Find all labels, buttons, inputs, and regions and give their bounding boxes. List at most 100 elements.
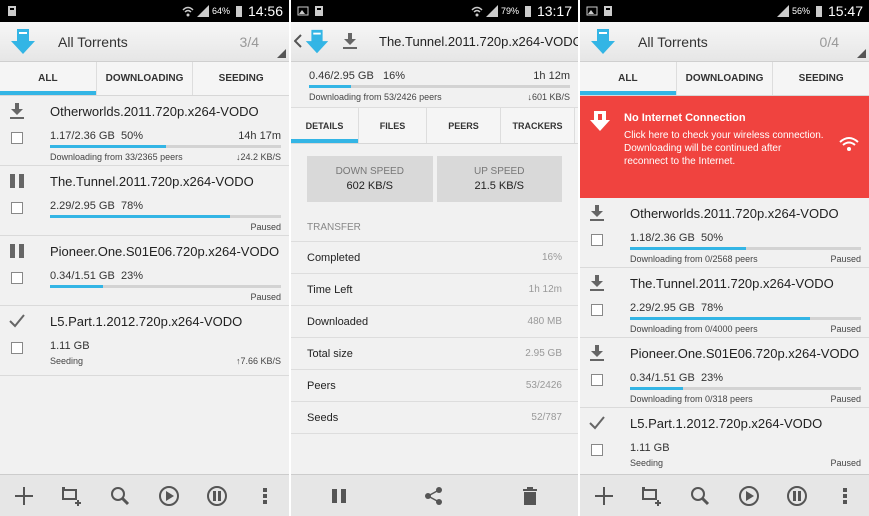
battery-percent: 64% [211,6,230,16]
torrent-item[interactable]: L5.Part.1.2012.720p.x264-VODO 1.11 GB Se… [0,306,289,376]
back-chevron-icon[interactable] [294,34,302,48]
tab-trackers[interactable]: TRACKERS [501,108,575,143]
torrent-name: The.Tunnel.2011.720p.x264-VODO [50,174,254,189]
select-checkbox[interactable] [591,444,603,456]
progress-bar [630,317,861,320]
add-icon[interactable] [592,484,616,508]
torrent-size: 0.34/1.51 GB 23% [630,372,723,384]
torrent-item[interactable]: The.Tunnel.2011.720p.x264-VODO 2.29/2.95… [580,268,869,338]
overflow-menu-icon[interactable] [253,484,277,508]
delete-icon[interactable] [518,484,542,508]
resume-all-icon[interactable] [157,484,181,508]
torrent-detail: Downloading from 0/318 peers [630,394,753,404]
torrent-size: 1.11 GB [50,340,90,352]
wifi-off-icon [839,137,859,151]
wifi-icon [182,6,194,17]
action-bar: All Torrents 0/4 [580,22,869,62]
app-warning-icon [590,111,610,131]
tab-details[interactable]: DETAILS [291,108,359,143]
select-checkbox[interactable] [11,342,23,354]
download-icon[interactable] [588,204,606,222]
share-icon[interactable] [422,484,446,508]
tab-all[interactable]: ALL [0,62,97,95]
view-title[interactable]: All Torrents [58,34,128,50]
check-icon[interactable] [8,312,26,330]
section-title-transfer: TRANSFER [291,210,578,242]
banner-message: Click here to check your wireless connec… [624,130,824,167]
down-speed-box: DOWN SPEED 602 KB/S [307,156,433,202]
add-icon[interactable] [12,484,36,508]
resume-all-icon[interactable] [737,484,761,508]
no-connection-banner[interactable]: No Internet Connection Click here to che… [580,96,869,198]
app-logo-icon[interactable] [303,27,331,57]
up-speed-box: UP SPEED 21.5 KB/S [436,156,562,202]
clock: 13:17 [536,3,572,19]
select-checkbox[interactable] [591,234,603,246]
torrent-detail: Downloading from 53/2426 peers [309,92,442,102]
tab-peers[interactable]: PEERS [427,108,501,143]
torrent-detail: Downloading from 33/2365 peers [50,152,183,162]
app-logo-icon[interactable] [8,27,38,57]
image-notification-icon [586,6,598,16]
torrent-speed: Paused [250,222,281,232]
download-icon[interactable] [588,344,606,362]
select-checkbox[interactable] [11,272,23,284]
tab-all[interactable]: ALL [580,62,677,95]
progress-bar [630,247,861,250]
torrent-item[interactable]: Otherworlds.2011.720p.x264-VODO 1.17/2.3… [0,96,289,166]
torrent-size: 1.18/2.36 GB 50% [630,232,723,244]
check-icon[interactable] [588,414,606,432]
pause-icon[interactable] [327,484,351,508]
tab-files[interactable]: FILES [359,108,427,143]
torrent-speed: ↓601 KB/S [527,92,570,102]
overflow-menu-icon[interactable] [833,484,857,508]
speed-boxes: DOWN SPEED 602 KB/S UP SPEED 21.5 KB/S [291,144,578,210]
tab-seeding[interactable]: SEEDING [773,62,869,95]
select-checkbox[interactable] [11,202,23,214]
transfer-row: Total size 2.95 GB [291,338,578,370]
torrent-item[interactable]: Otherworlds.2011.720p.x264-VODO 1.18/2.3… [580,198,869,268]
select-checkbox[interactable] [591,374,603,386]
up-speed-value: 21.5 KB/S [474,180,525,192]
app-notification-icon [604,6,612,16]
tab-downloading[interactable]: DOWNLOADING [677,62,774,95]
app-logo-icon[interactable] [588,27,618,57]
torrent-item[interactable]: The.Tunnel.2011.720p.x264-VODO 2.29/2.95… [0,166,289,236]
torrent-eta: 1h 12m [533,70,570,82]
torrent-progress-summary: 0.46/2.95 GB 16% 1h 12m Downloading from… [291,62,578,108]
wifi-icon [471,6,483,17]
download-icon[interactable] [588,274,606,292]
pause-icon[interactable] [8,172,26,190]
progress-bar [50,145,281,148]
torrent-speed: ↑7.66 KB/S [235,356,281,366]
app-notification-icon [315,6,323,16]
phone-screen-all-torrents: 64% 14:56 All Torrents 3/4 ALL DOWNLOADI… [0,0,289,516]
torrent-item[interactable]: Pioneer.One.S01E06.720p.x264-VODO 0.34/1… [580,338,869,408]
pause-icon[interactable] [8,242,26,260]
banner-title: No Internet Connection [624,112,746,124]
torrent-detail: Seeding [50,356,84,366]
progress-bar [630,387,861,390]
torrent-item[interactable]: Pioneer.One.S01E06.720p.x264-VODO 0.34/1… [0,236,289,306]
search-icon[interactable] [688,484,712,508]
torrent-count: 0/4 [819,33,839,50]
tab-seeding[interactable]: SEEDING [193,62,289,95]
pause-all-icon[interactable] [205,484,229,508]
select-mode-icon[interactable] [640,484,664,508]
torrent-size: 2.29/2.95 GB 78% [50,200,143,212]
torrent-name: The.Tunnel.2011.720p.x264-VODO [630,276,834,291]
torrent-name: Otherworlds.2011.720p.x264-VODO [50,104,259,119]
search-icon[interactable] [108,484,132,508]
progress-bar [50,215,281,218]
torrent-name: Pioneer.One.S01E06.720p.x264-VODO [630,346,860,361]
select-checkbox[interactable] [591,304,603,316]
pause-all-icon[interactable] [785,484,809,508]
select-mode-icon[interactable] [60,484,84,508]
phone-screen-no-connection: 56% 15:47 All Torrents 0/4 ALL DOWNLOADI… [580,0,869,516]
torrent-item[interactable]: L5.Part.1.2012.720p.x264-VODO 1.11 GB Se… [580,408,869,478]
transfer-row: Time Left 1h 12m [291,274,578,306]
select-checkbox[interactable] [11,132,23,144]
view-title[interactable]: All Torrents [638,34,708,50]
download-icon[interactable] [8,102,26,120]
tab-downloading[interactable]: DOWNLOADING [97,62,194,95]
